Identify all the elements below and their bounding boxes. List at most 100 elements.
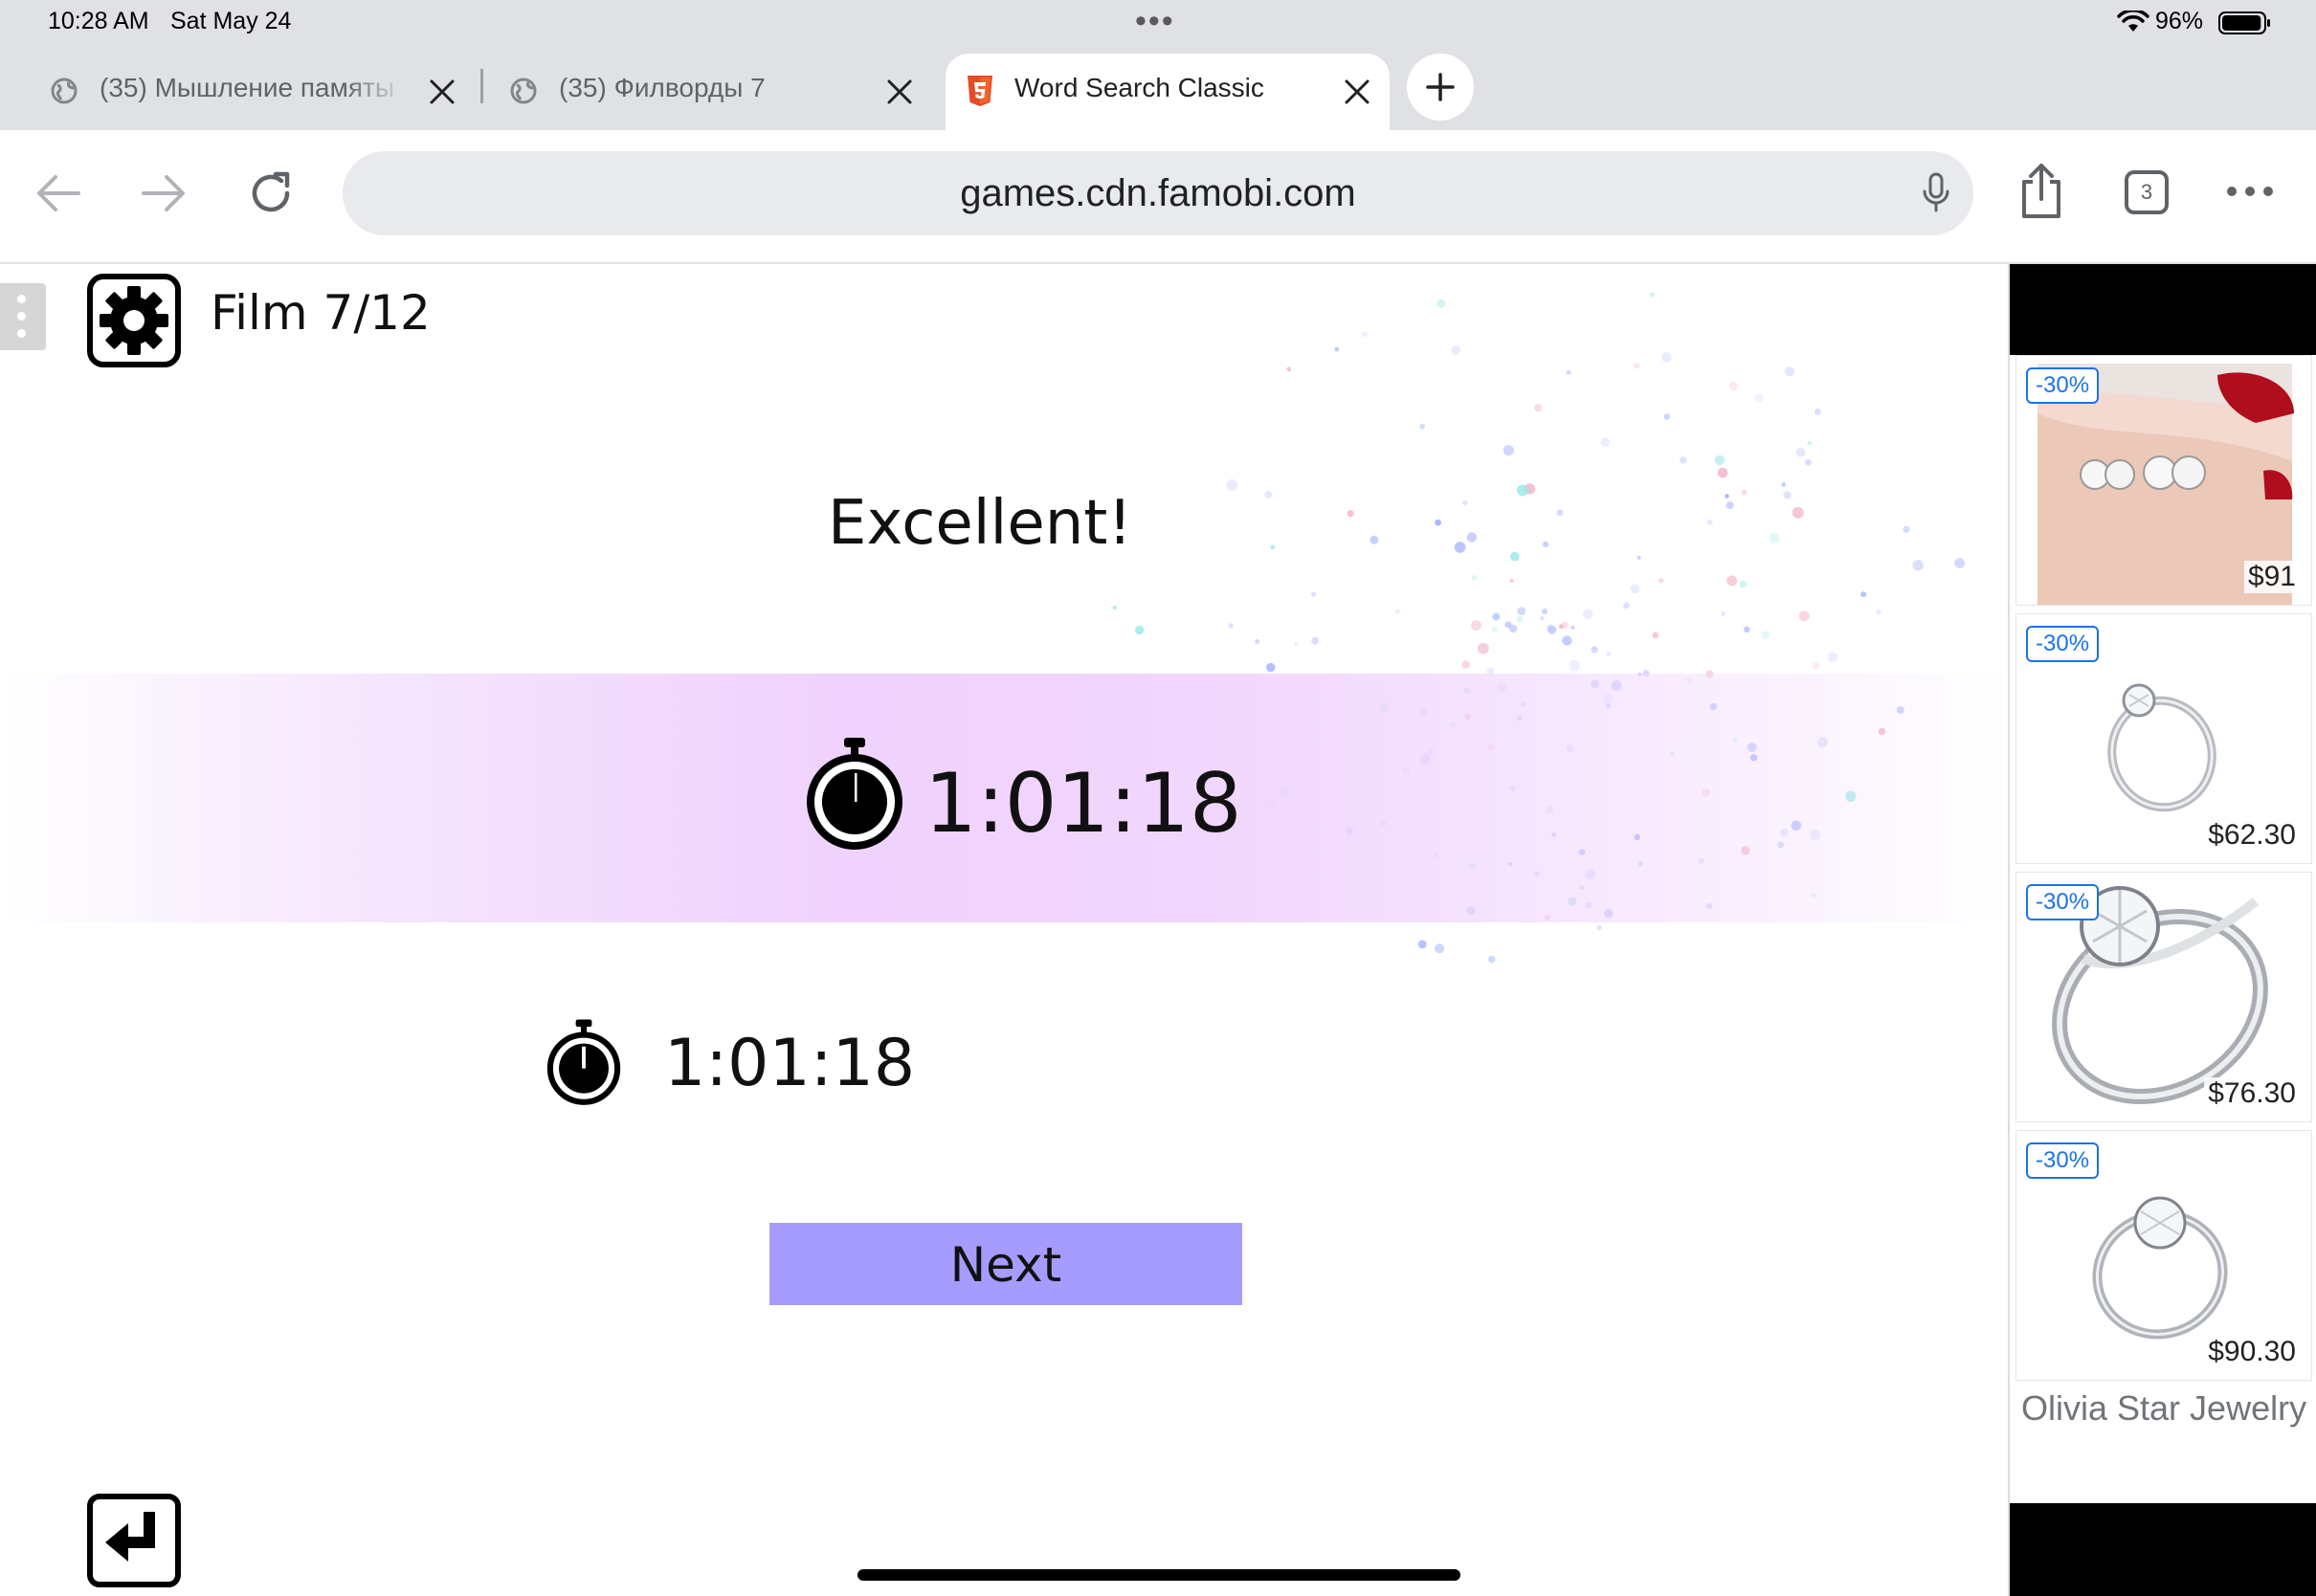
- home-indicator[interactable]: [857, 1569, 1460, 1581]
- sparkle-dot: [1311, 636, 1320, 645]
- sparkle-dot: [1912, 560, 1924, 571]
- sparkle-dot: [1471, 620, 1481, 632]
- sparkle-dot: [1394, 609, 1400, 614]
- discount-badge: -30%: [2026, 1142, 2100, 1179]
- sparkle-dot: [1517, 607, 1526, 615]
- game-canvas: Film 7/12 Excellent! 1:01:18 1:01:18 Nex…: [0, 264, 2008, 1596]
- sparkle-dot: [1814, 408, 1821, 415]
- ad-panel[interactable]: -30% $91 -30% $62.30 -30% $76.30 -30% $9…: [2010, 355, 2316, 1503]
- level-label: Film 7/12: [211, 285, 431, 341]
- sparkle-dot: [1650, 292, 1655, 298]
- price: $76.30: [2204, 1077, 2300, 1110]
- sparkle-dot: [1714, 454, 1726, 466]
- battery-icon: [2218, 11, 2270, 34]
- ad-product-card[interactable]: -30% $62.30: [2015, 613, 2312, 864]
- sparkle-dot: [1516, 615, 1524, 623]
- multitask-dots[interactable]: •••: [1135, 4, 1175, 38]
- settings-gear-icon[interactable]: [86, 273, 182, 368]
- back-arrow-icon[interactable]: [34, 172, 82, 214]
- address-bar[interactable]: games.cdn.famobi.com: [343, 151, 1973, 235]
- sparkle-dot: [1570, 625, 1575, 630]
- best-time: 1:01:18: [664, 1026, 916, 1101]
- sparkle-dot: [1503, 445, 1514, 456]
- result-headline: Excellent!: [828, 488, 1132, 559]
- sparkle-dot: [1717, 467, 1728, 478]
- close-icon[interactable]: [884, 77, 915, 107]
- stopwatch-icon: [807, 738, 902, 850]
- sparkle-dot: [1266, 662, 1276, 673]
- browser-toolbar: games.cdn.famobi.com 3: [0, 130, 2316, 264]
- close-icon[interactable]: [427, 77, 457, 107]
- discount-badge: -30%: [2026, 367, 2100, 404]
- sparkle-dot: [1569, 659, 1581, 672]
- globe-icon: [51, 78, 78, 104]
- sparkle-dot: [1784, 366, 1795, 377]
- sparkle-dot: [1255, 639, 1260, 644]
- tab-count-button[interactable]: 3: [2125, 170, 2169, 214]
- new-tab-button[interactable]: [1407, 54, 1474, 121]
- sparkle-dot: [1228, 623, 1234, 629]
- more-options-icon[interactable]: [2226, 186, 2274, 197]
- sparkle-dot: [1606, 651, 1612, 657]
- sparkle-dot: [1652, 632, 1659, 639]
- close-icon[interactable]: [1342, 77, 1372, 107]
- reload-icon[interactable]: [247, 168, 297, 218]
- sparkle-dot: [1659, 578, 1664, 584]
- side-menu-handle[interactable]: [0, 283, 46, 350]
- sparkle-dot: [1663, 413, 1670, 420]
- discount-badge: -30%: [2026, 884, 2100, 920]
- sparkle-dot: [1630, 584, 1640, 594]
- tab-word-search-classic[interactable]: Word Search Classic: [946, 54, 1390, 130]
- tab-title: (35) Филворды 7: [559, 73, 766, 102]
- sparkle-dot: [1600, 437, 1611, 447]
- sparkle-dot: [1286, 366, 1292, 372]
- sparkle-particles: [1112, 292, 1965, 964]
- sparkle-dot: [1562, 635, 1572, 646]
- sparkle-dot: [1634, 363, 1640, 369]
- sparkle-dot: [1761, 631, 1770, 639]
- price: $62.30: [2204, 819, 2300, 852]
- sparkle-dot: [1112, 605, 1117, 610]
- sparkle-dot: [1954, 558, 1965, 568]
- current-time: 1:01:18: [924, 756, 1242, 852]
- sparkle-dot: [1461, 660, 1470, 669]
- sparkle-dot: [1491, 626, 1498, 632]
- globe-icon: [510, 78, 537, 104]
- sparkle-dot: [1827, 652, 1838, 662]
- price: $90.30: [2204, 1336, 2300, 1368]
- sparkle-dot: [1623, 602, 1630, 610]
- sparkle-dot: [1547, 624, 1554, 632]
- sparkle-dot: [1781, 482, 1786, 487]
- ad-product-card[interactable]: -30% $76.30: [2015, 872, 2312, 1122]
- sparkle-dot: [1419, 423, 1425, 430]
- share-icon[interactable]: [2017, 163, 2065, 220]
- tab-divider: [480, 69, 483, 103]
- sparkle-dot: [1728, 381, 1739, 391]
- sparkle-dot: [1795, 447, 1806, 457]
- sparkle-dot: [1812, 662, 1820, 670]
- microphone-icon[interactable]: [1922, 172, 1950, 214]
- sparkle-dot: [1311, 591, 1317, 597]
- sparkle-dot: [1726, 575, 1738, 587]
- advertiser-name[interactable]: Olivia Star Jewelry: [2021, 1388, 2306, 1429]
- sparkle-dot: [1508, 624, 1518, 633]
- next-button[interactable]: Next: [769, 1223, 1242, 1305]
- status-date: Sat May 24: [170, 8, 292, 34]
- best-time-stopwatch-icon: [546, 1019, 621, 1105]
- discount-badge: -30%: [2026, 626, 2100, 662]
- tab-thinking-memory[interactable]: (35) Мышление памяты: [0, 54, 479, 130]
- wifi-icon: [2117, 11, 2149, 32]
- sparkle-dot: [1876, 610, 1882, 615]
- sparkle-dot: [1417, 940, 1427, 949]
- forward-arrow-icon[interactable]: [140, 172, 188, 214]
- return-arrow-icon[interactable]: [86, 1493, 182, 1588]
- sparkle-dot: [1334, 346, 1340, 352]
- plus-icon: [1426, 73, 1455, 101]
- url-text[interactable]: games.cdn.famobi.com: [343, 172, 1973, 215]
- tab-fillwords[interactable]: (35) Филворды 7: [484, 54, 934, 130]
- ad-product-card[interactable]: -30% $90.30: [2015, 1130, 2312, 1381]
- status-time: 10:28 AM: [48, 8, 149, 34]
- ad-product-card[interactable]: -30% $91: [2015, 355, 2312, 606]
- sparkle-dot: [1591, 646, 1598, 654]
- sparkle-dot: [1471, 574, 1478, 581]
